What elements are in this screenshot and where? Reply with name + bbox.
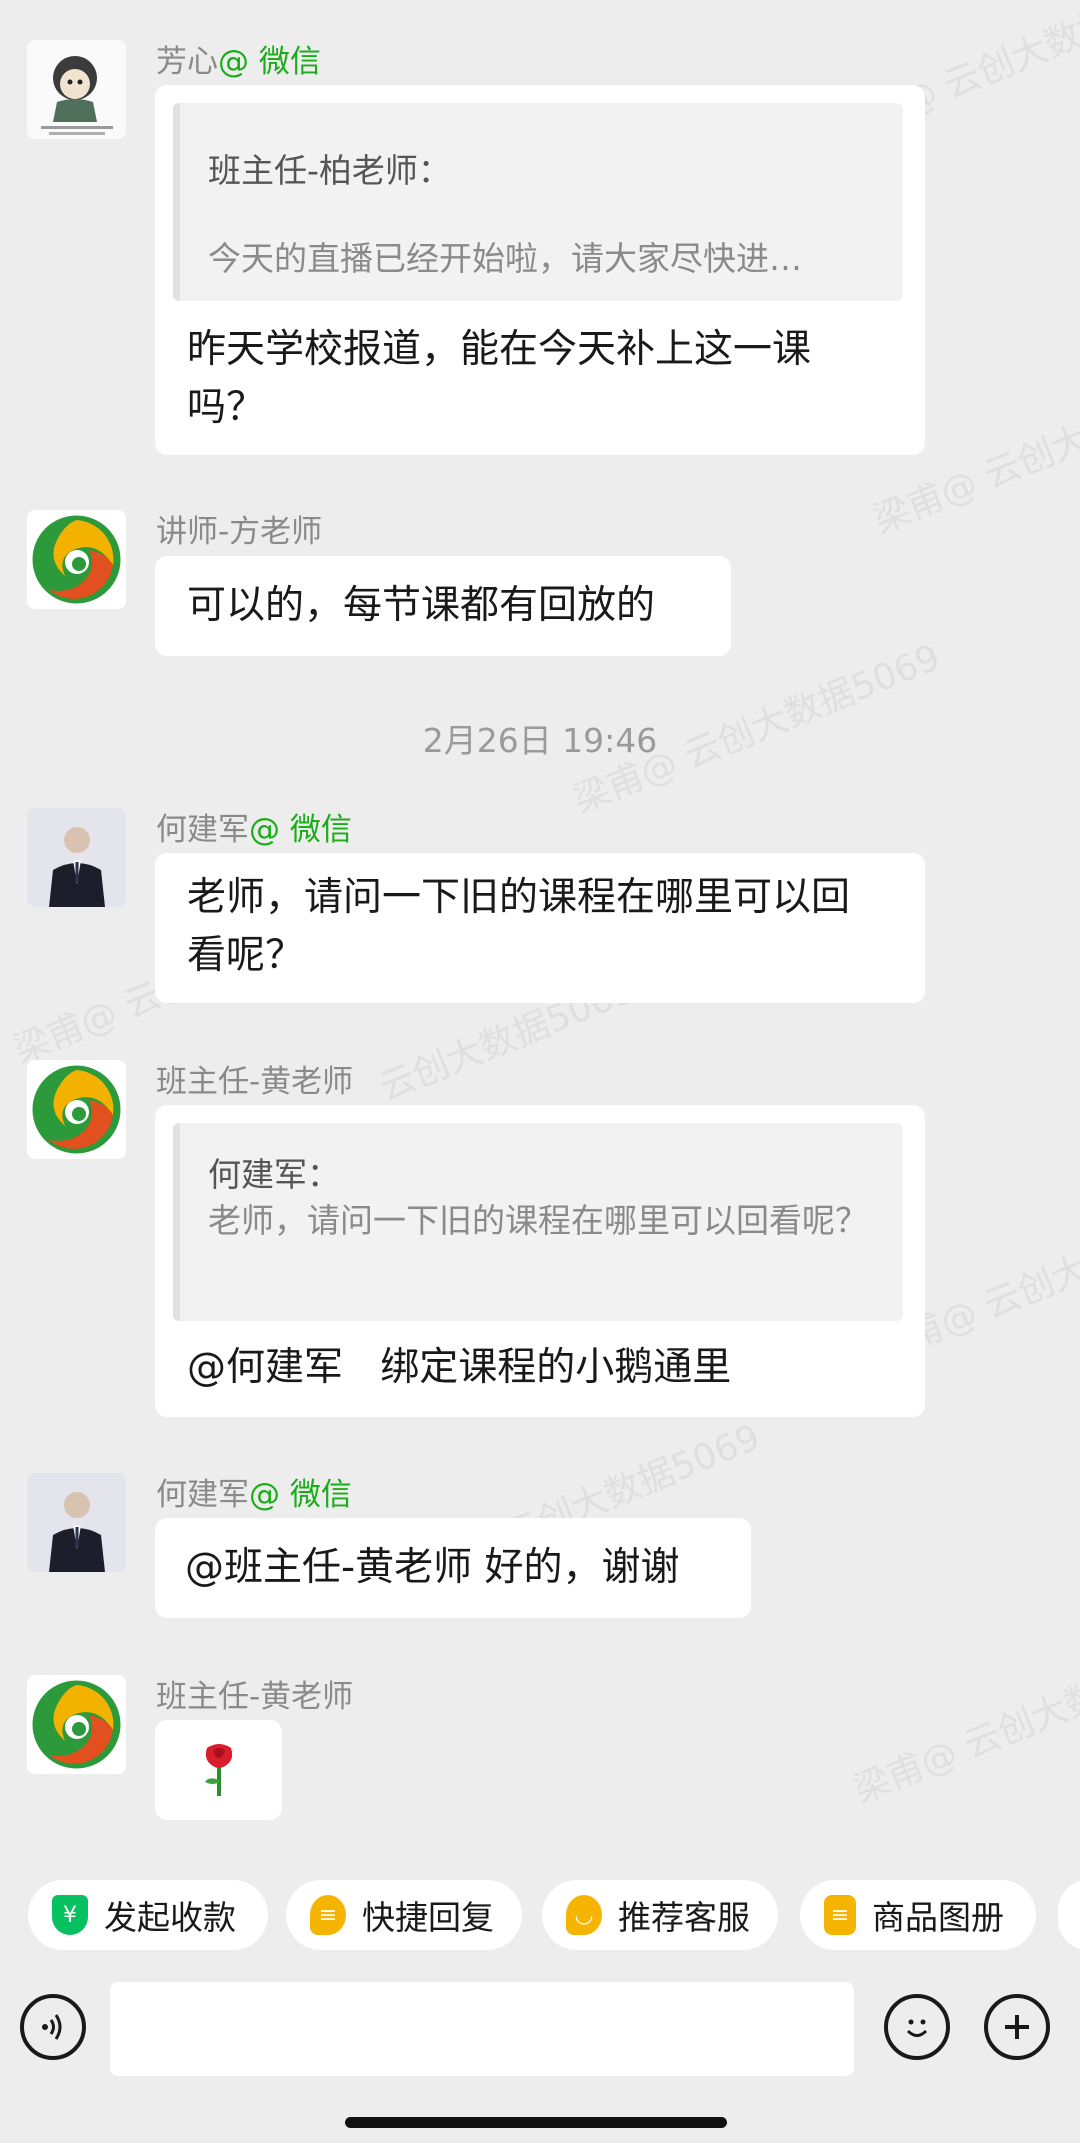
quick-action-label: 商品图册	[872, 1898, 1004, 1937]
quote-sender: 班主任-柏老师：	[208, 151, 451, 190]
sender-source: @ 微信	[249, 812, 352, 848]
sender-name: 何建军@ 微信	[156, 1477, 352, 1513]
quote-text: 老师，请问一下旧的课程在哪里可以回看呢？	[208, 1201, 868, 1240]
sender-name: 讲师-方老师	[156, 514, 323, 550]
input-bar	[0, 1954, 1080, 2094]
avatar[interactable]	[27, 808, 126, 907]
sender-name: 芳心@ 微信	[156, 44, 321, 80]
quick-action-label: 推荐客服	[618, 1898, 750, 1937]
message-text: 可以的，每节课都有回放的	[187, 583, 656, 628]
plus-icon	[1005, 2015, 1029, 2039]
quick-action-label: 发起收款	[104, 1898, 236, 1937]
quote-text: 今天的直播已经开始啦，请大家尽快进…	[208, 239, 802, 278]
quick-action-product-catalog[interactable]: ≡ 商品图册	[800, 1880, 1036, 1950]
sender-source: @ 微信	[249, 1477, 352, 1513]
sender-name: 班主任-黄老师	[156, 1064, 354, 1100]
sender-name: 何建军@ 微信	[156, 812, 352, 848]
quoted-message[interactable]: 班主任-柏老师： 今天的直播已经开始啦，请大家尽快进…	[173, 103, 903, 301]
quoted-message[interactable]: 何建军： 老师，请问一下旧的课程在哪里可以回看呢？	[173, 1123, 903, 1321]
quick-action-recommend-service[interactable]: ◡ 推荐客服	[542, 1880, 778, 1950]
voice-icon	[42, 2014, 62, 2040]
more-button[interactable]	[984, 1994, 1050, 2060]
quick-action-quick-reply[interactable]: ≡ 快捷回复	[286, 1880, 522, 1950]
sender-name: 班主任-黄老师	[156, 1679, 354, 1715]
message-bubble[interactable]: @班主任-黄老师 好的，谢谢	[155, 1518, 751, 1618]
logo-swirl-icon	[27, 1675, 126, 1774]
sender-source: @ 微信	[218, 44, 321, 80]
message-bubble[interactable]: 老师，请问一下旧的课程在哪里可以回看呢？	[155, 853, 925, 1003]
quick-action-more[interactable]	[1058, 1880, 1080, 1950]
message-text: 昨天学校报道，能在今天补上这一课吗？	[187, 327, 812, 430]
logo-swirl-icon	[27, 510, 126, 609]
quick-reply-icon: ≡	[310, 1895, 346, 1935]
quick-action-payment[interactable]: ¥ 发起收款	[28, 1880, 268, 1950]
avatar[interactable]	[27, 510, 126, 609]
message-input[interactable]	[110, 1982, 854, 2076]
message-bubble[interactable]	[155, 1720, 282, 1820]
person-photo-icon	[27, 808, 126, 907]
avatar[interactable]	[27, 1675, 126, 1774]
timestamp: 2月26日 19:46	[422, 721, 658, 760]
avatar[interactable]	[27, 40, 126, 139]
voice-input-button[interactable]	[20, 1994, 86, 2060]
message-text: @班主任-黄老师 好的，谢谢	[185, 1545, 680, 1590]
smiley-icon	[906, 2019, 928, 2037]
avatar[interactable]	[27, 1060, 126, 1159]
message-text: 老师，请问一下旧的课程在哪里可以回看呢？	[187, 875, 851, 978]
logo-swirl-icon	[27, 1060, 126, 1159]
message-bubble[interactable]: 可以的，每节课都有回放的	[155, 556, 731, 656]
chat-area[interactable]: 梁甫@ 云创大数据5069 梁甫@ 云创大数据5069 梁甫@ 云创大数据506…	[0, 0, 1080, 1858]
person-photo-icon	[27, 1473, 126, 1572]
rose-icon	[195, 1742, 243, 1798]
watermark: 梁甫@ 云创大数据5069	[847, 1626, 1080, 1812]
quick-action-toolbar: ¥ 发起收款 ≡ 快捷回复 ◡ 推荐客服 ≡ 商品图册	[0, 1858, 1080, 1954]
recommend-service-icon: ◡	[566, 1895, 602, 1935]
payment-icon: ¥	[52, 1895, 88, 1935]
avatar[interactable]	[27, 1473, 126, 1572]
cartoon-avatar-icon	[27, 40, 126, 139]
product-catalog-icon: ≡	[824, 1895, 856, 1935]
message-bubble[interactable]: 何建军： 老师，请问一下旧的课程在哪里可以回看呢？ @何建军 绑定课程的小鹅通里	[155, 1105, 925, 1417]
message-text: @何建军 绑定课程的小鹅通里	[187, 1345, 732, 1390]
message-bubble[interactable]: 班主任-柏老师： 今天的直播已经开始啦，请大家尽快进… 昨天学校报道，能在今天补…	[155, 85, 925, 455]
emoji-button[interactable]	[884, 1994, 950, 2060]
quick-action-label: 快捷回复	[362, 1898, 494, 1937]
home-indicator	[345, 2117, 727, 2128]
